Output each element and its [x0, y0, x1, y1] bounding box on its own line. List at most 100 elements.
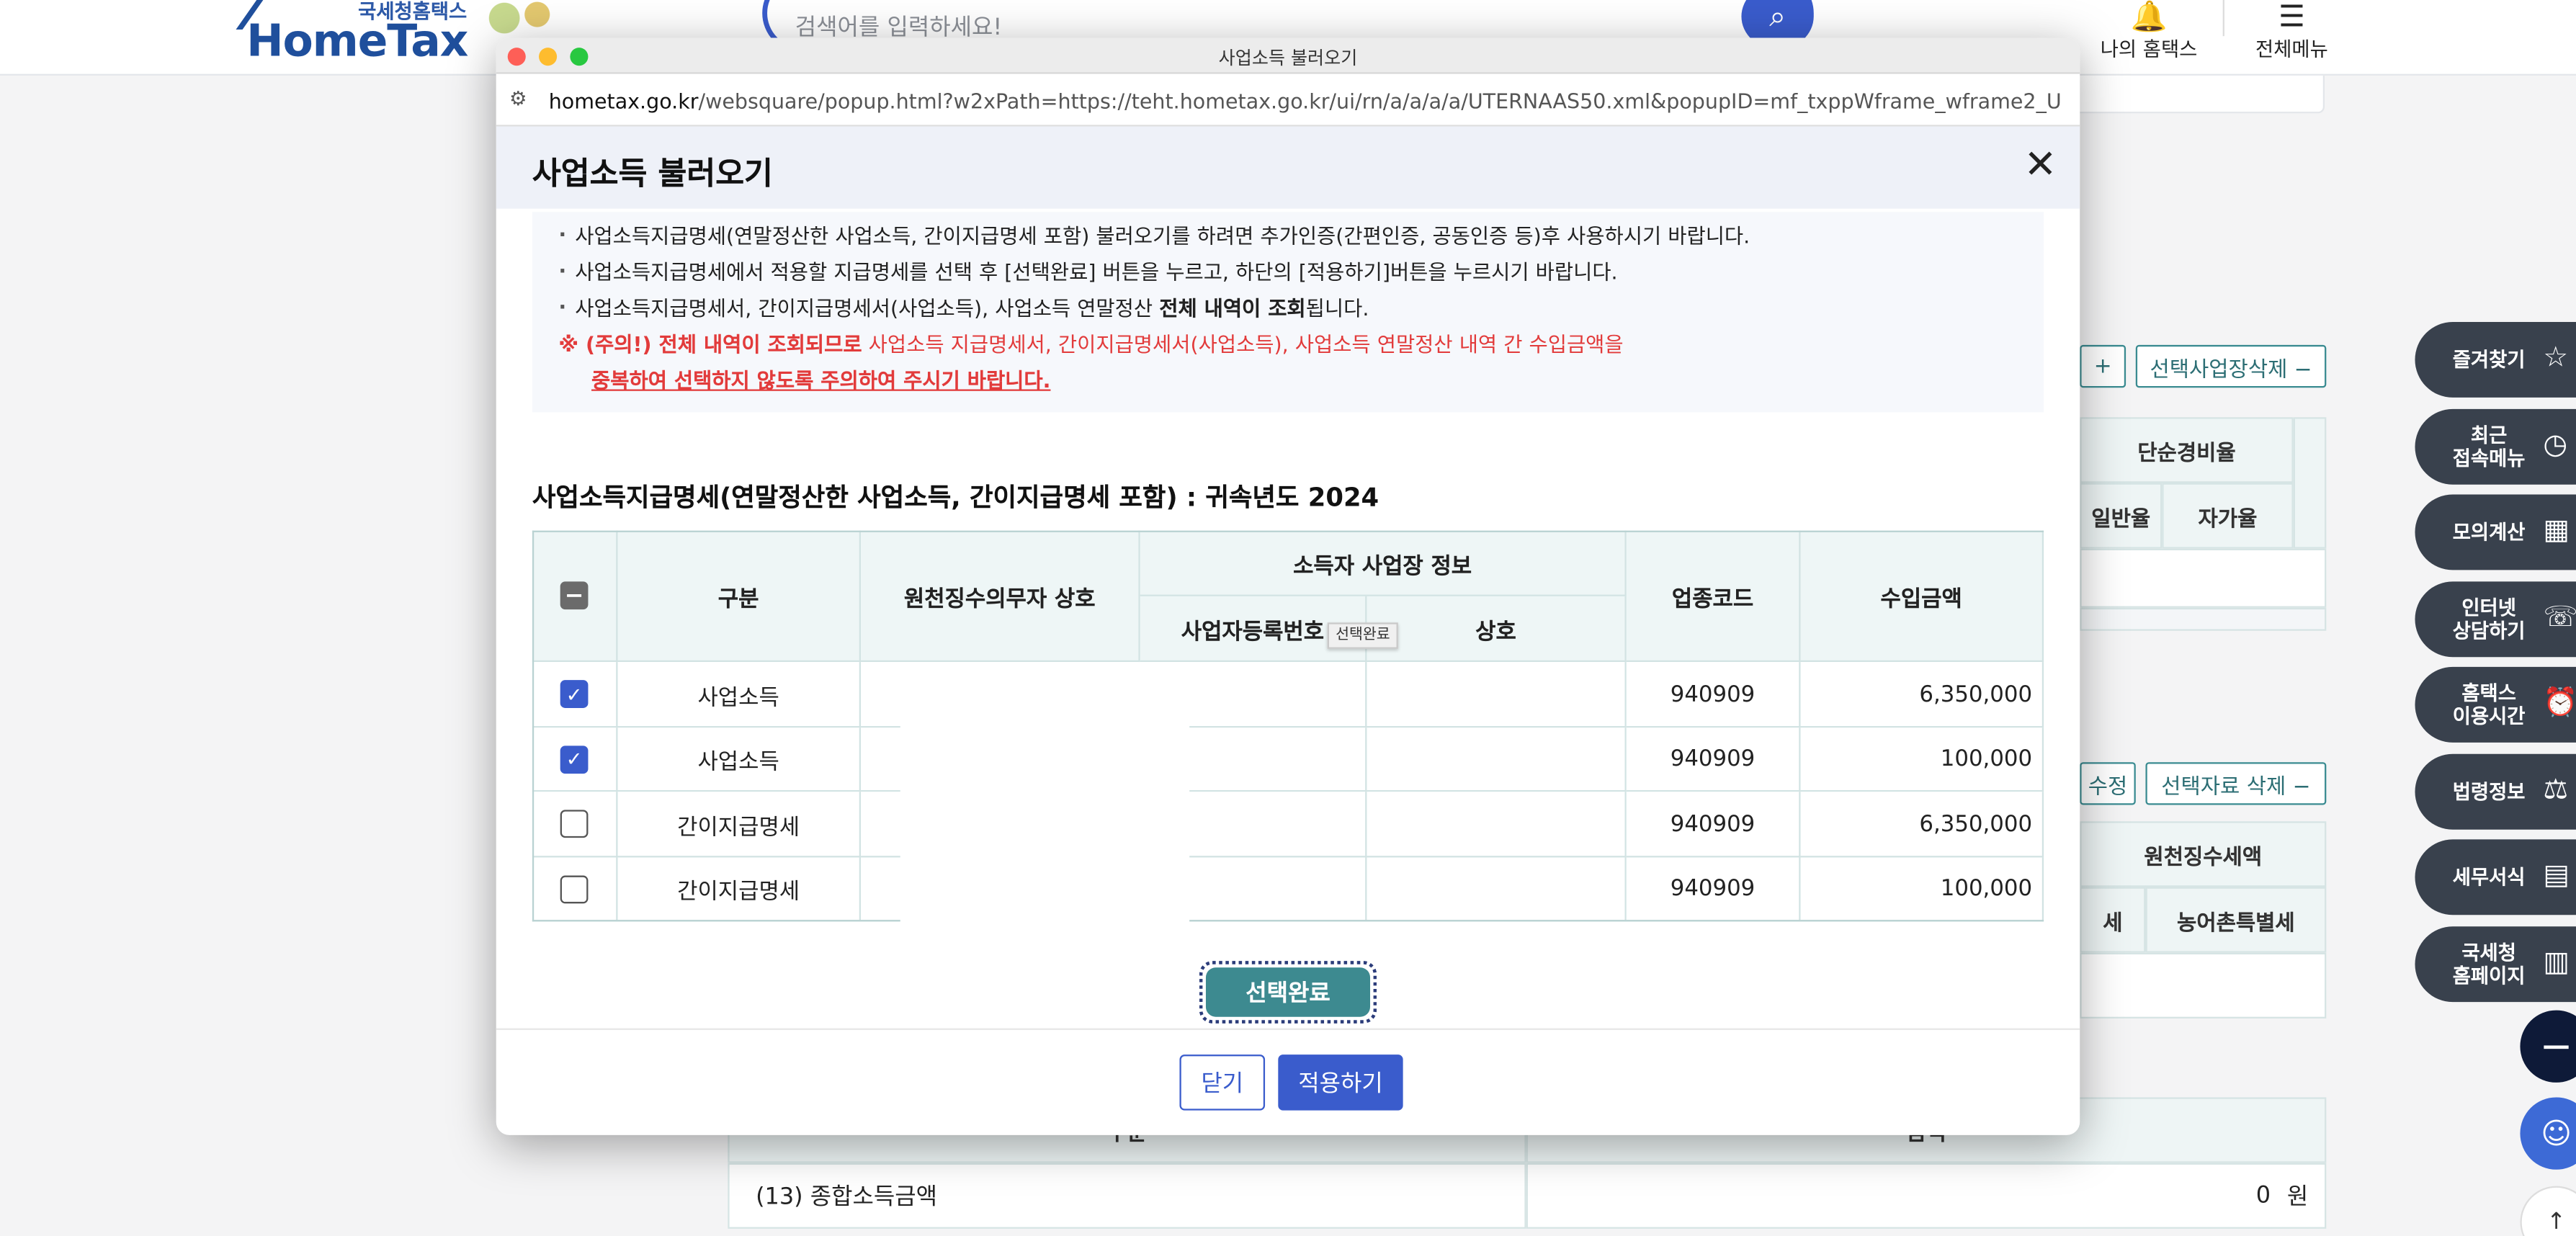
th-workplace-info: 소득자 사업장 정보	[1140, 530, 1627, 596]
modify-button[interactable]: 수정	[2080, 762, 2136, 805]
warning-line-2: 중복하여 선택하지 않도록 주의하여 주시기 바랍니다.	[591, 367, 1051, 393]
th-local-tax: 세	[2080, 887, 2146, 953]
cell-gubun: 사업소득	[617, 662, 862, 728]
gavel-icon: ⚖	[2543, 773, 2569, 806]
hometax-logo[interactable]: 국세청홈택스 HomeTax	[236, 0, 562, 76]
float-item-nts-homepage[interactable]: 국세청 홈페이지 ▥	[2415, 926, 2576, 1002]
row-checkbox[interactable]: ✓	[560, 745, 589, 774]
float-item-label-line: 홈페이지	[2452, 963, 2526, 987]
header-divider	[2222, 0, 2224, 37]
row-checkbox[interactable]	[560, 874, 589, 903]
cell-business-name	[1367, 792, 1627, 858]
headset-icon: ☏	[2543, 600, 2576, 634]
cell-income-amount: 6,350,000	[1800, 792, 2044, 858]
star-icon: ☆	[2543, 341, 2569, 375]
th-industry-code: 업종코드	[1626, 530, 1801, 663]
scroll-top-button[interactable]: ↑	[2520, 1186, 2576, 1236]
calculator-icon: ▦	[2543, 514, 2570, 547]
float-item-label: 법령정보	[2452, 779, 2526, 803]
cell-income-amount: 6,350,000	[1800, 662, 2044, 728]
dialog-title: 사업소득 불러오기	[532, 156, 773, 192]
float-item-tax-forms[interactable]: 세무서식 ▤	[2415, 839, 2576, 915]
window-titlebar[interactable]: 사업소득 불러오기	[496, 37, 2080, 74]
warning-line-1: ※ (주의!) 전체 내역이 조회되므로 사업소득 지급명세서, 간이지급명세서…	[558, 327, 2017, 363]
leaf-decoration-icon	[479, 0, 562, 37]
cell-business-name	[1367, 857, 1627, 922]
total-income-value-cell: 0 원	[1526, 1163, 2327, 1229]
section-title: 사업소득지급명세(연말정산한 사업소득, 간이지급명세 포함) : 귀속년도 2…	[532, 483, 1379, 513]
row-checkbox[interactable]	[560, 810, 589, 838]
warning-bold: ※ (주의!) 전체 내역이 조회되므로	[558, 331, 862, 357]
popup-window: 사업소득 불러오기 ⚙ hometax.go.kr/websquare/popu…	[496, 37, 2080, 1135]
total-income-unit: 원	[2286, 1184, 2309, 1211]
float-item-label: 모의계산	[2452, 520, 2526, 544]
notice-line-2: 사업소득지급명세에서 적용할 지급명세를 선택 후 [선택완료] 버튼을 누르고…	[558, 253, 2017, 290]
float-item-label-line: 접속메뉴	[2452, 446, 2526, 470]
row-checkbox[interactable]: ✓	[560, 680, 589, 708]
cell-business-name	[1367, 662, 1627, 728]
float-item-label: 국세청 홈페이지	[2415, 941, 2562, 987]
float-item-label-line: 인터넷	[2461, 595, 2516, 619]
th-business-name: 상호	[1367, 596, 1627, 663]
th-self-rate: 자가율	[2162, 483, 2294, 549]
float-item-favorites[interactable]: 즐겨찾기 ☆	[2415, 321, 2576, 398]
close-button[interactable]: 닫기	[1179, 1054, 1266, 1111]
float-item-label-line: 이용시간	[2452, 704, 2526, 728]
footer-divider	[496, 1028, 2080, 1030]
row-select-cell	[532, 792, 618, 858]
collapse-menu-button[interactable]: −	[2520, 1010, 2576, 1083]
address-bar[interactable]: ⚙ hometax.go.kr/websquare/popup.html?w2x…	[496, 73, 2080, 127]
float-item-online-consult[interactable]: 인터넷 상담하기 ☏	[2415, 581, 2576, 657]
bg-table-row	[2080, 952, 2327, 1018]
apply-button[interactable]: 적용하기	[1278, 1054, 1403, 1111]
dialog-close-button[interactable]: ✕	[2021, 145, 2060, 186]
float-item-label-line: 국세청	[2461, 940, 2516, 964]
cell-industry-code: 940909	[1626, 792, 1801, 858]
float-item-label-line: 최근	[2470, 423, 2508, 447]
hamburger-icon: ☰	[2278, 0, 2305, 35]
dialog-header: 사업소득 불러오기 ✕	[496, 126, 2080, 209]
th-payer-name: 원천징수의무자 상호	[861, 530, 1140, 663]
search-icon: ⌕	[1769, 0, 1786, 34]
total-income-label: (13) 종합소득금액	[728, 1163, 1526, 1229]
user-bell-icon: 🔔	[2130, 0, 2168, 35]
url-path: /websquare/popup.html?w2xPath=https://te…	[698, 89, 2060, 114]
window-title: 사업소득 불러오기	[1218, 48, 1358, 69]
cell-industry-code: 940909	[1626, 727, 1801, 792]
cell-income-amount: 100,000	[1800, 857, 2044, 922]
income-statement-table: − 구분 원천징수의무자 상호 소득자 사업장 정보 사업자등록번호 상호 업종…	[532, 530, 2044, 928]
add-workplace-button[interactable]: +	[2080, 344, 2126, 388]
cell-industry-code: 940909	[1626, 662, 1801, 728]
chatbot-button[interactable]: ☺	[2520, 1097, 2576, 1170]
float-item-label: 최근 접속메뉴	[2415, 423, 2562, 469]
my-hometax-button[interactable]: 🔔 나의 홈택스	[2096, 0, 2201, 76]
bg-table-row	[2080, 548, 2327, 608]
arrow-up-icon: ↑	[2546, 1209, 2566, 1236]
bg-table-footer	[2080, 607, 2327, 631]
delete-selected-data-button[interactable]: 선택자료 삭제 −	[2145, 762, 2327, 805]
float-item-label: 홈택스 이용시간	[2415, 681, 2562, 727]
row-select-cell	[532, 857, 618, 922]
th-rural-special-tax: 농어촌특별세	[2145, 887, 2327, 953]
cell-business-name	[1367, 727, 1627, 792]
all-menu-button[interactable]: ☰ 전체메뉴	[2242, 0, 2341, 76]
cell-industry-code: 940909	[1626, 857, 1801, 922]
delete-workplace-button[interactable]: 선택사업장삭제 −	[2135, 344, 2327, 388]
notice-line-1: 사업소득지급명세(연말정산한 사업소득, 간이지급명세 포함) 불러오기를 하려…	[558, 217, 2017, 254]
th-withholding-tax: 원천징수세액	[2080, 821, 2327, 887]
float-item-mock-calc[interactable]: 모의계산 ▦	[2415, 494, 2576, 570]
cell-gubun: 간이지급명세	[617, 792, 862, 858]
row-select-cell: ✓	[532, 662, 618, 728]
float-item-service-hours[interactable]: 홈택스 이용시간 ⏰	[2415, 666, 2576, 743]
float-item-recent-menu[interactable]: 최근 접속메뉴 ◷	[2415, 408, 2576, 484]
float-item-law-info[interactable]: 법령정보 ⚖	[2415, 753, 2576, 829]
float-item-label-line: 상담하기	[2452, 618, 2526, 642]
building-icon: ▥	[2543, 945, 2570, 979]
minus-icon: −	[2539, 1023, 2573, 1070]
float-item-label-line: 홈택스	[2461, 681, 2516, 705]
cell-income-amount: 100,000	[1800, 727, 2044, 792]
site-settings-icon[interactable]: ⚙	[509, 87, 527, 110]
select-all-checkbox[interactable]: −	[560, 581, 589, 610]
select-done-label: 선택완료	[1205, 967, 1371, 1017]
select-done-button[interactable]: 선택완료	[1199, 961, 1377, 1024]
